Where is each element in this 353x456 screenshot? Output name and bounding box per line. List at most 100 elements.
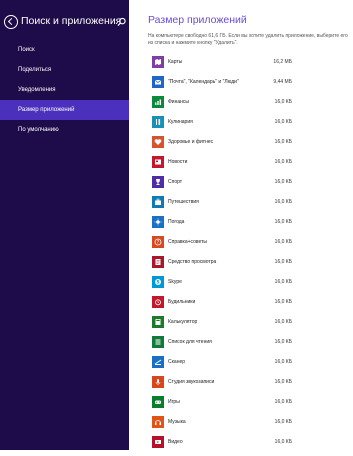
app-size: 16,2 МБ bbox=[273, 59, 292, 65]
sidebar: Поиск и приложения Поиск Поделиться Уведом… bbox=[0, 0, 129, 450]
app-name: Сканер bbox=[168, 359, 186, 365]
app-size: 16,0 КБ bbox=[274, 439, 292, 445]
main-content: Размер приложений На компьютере свободно… bbox=[129, 0, 353, 450]
app-name: Спорт bbox=[168, 179, 183, 185]
app-name: Новости bbox=[168, 159, 188, 165]
skype-icon: S bbox=[155, 279, 161, 286]
app-size: 16,0 КБ bbox=[274, 159, 292, 165]
mail-icon bbox=[154, 79, 162, 85]
page-description: На компьютере свободно 61,6 ГБ. Если вы … bbox=[148, 33, 348, 46]
heart-icon bbox=[154, 139, 162, 145]
map-icon bbox=[155, 59, 161, 65]
app-size: 16,0 КБ bbox=[274, 119, 292, 125]
app-name: Путешествия bbox=[168, 199, 199, 205]
cooking-icon bbox=[156, 119, 161, 125]
app-list-item[interactable]: Спорт 16,0 КБ bbox=[152, 176, 292, 196]
app-tile bbox=[152, 256, 164, 268]
app-tile bbox=[152, 436, 164, 448]
app-list-item[interactable]: Игры 16,0 КБ bbox=[152, 396, 292, 416]
sidebar-item-search[interactable]: Поиск bbox=[0, 40, 129, 60]
reading-list-icon bbox=[155, 339, 161, 345]
app-name: Skype bbox=[168, 279, 182, 285]
app-tile: ? bbox=[152, 236, 164, 248]
app-name: Справка+советы bbox=[168, 239, 207, 245]
app-tile bbox=[152, 356, 164, 368]
sidebar-item-defaults[interactable]: По умолчанию bbox=[0, 120, 129, 140]
app-size: 16,0 КБ bbox=[274, 359, 292, 365]
app-list-item[interactable]: Кулинария 16,0 КБ bbox=[152, 116, 292, 136]
app-name: Средство просмотра bbox=[168, 259, 217, 265]
app-size: 16,0 КБ bbox=[274, 179, 292, 185]
app-size: 16,0 КБ bbox=[274, 299, 292, 305]
app-size: 16,0 КБ bbox=[274, 259, 292, 265]
search-icon[interactable] bbox=[117, 17, 126, 27]
trophy-icon bbox=[156, 179, 160, 185]
sun-icon bbox=[154, 218, 162, 226]
sidebar-item-app-sizes[interactable]: Размер приложений bbox=[0, 100, 129, 120]
app-list-item[interactable]: "Почта", "Календарь" и "Люди" 9,44 МБ bbox=[152, 76, 292, 96]
app-tile bbox=[152, 156, 164, 168]
app-list-item[interactable]: Видео 16,0 КБ bbox=[152, 436, 292, 456]
app-size: 16,0 КБ bbox=[274, 279, 292, 285]
app-size: 16,0 КБ bbox=[274, 319, 292, 325]
reader-icon bbox=[155, 259, 161, 265]
app-list-item[interactable]: Сканер 16,0 КБ bbox=[152, 356, 292, 376]
app-name: Музыка bbox=[168, 419, 186, 425]
sidebar-item-notifications[interactable]: Уведомления bbox=[0, 80, 129, 100]
app-name: "Почта", "Календарь" и "Люди" bbox=[168, 79, 239, 85]
app-size: 16,0 КБ bbox=[274, 99, 292, 105]
app-size: 16,0 КБ bbox=[274, 199, 292, 205]
app-tile bbox=[152, 416, 164, 428]
app-list-item[interactable]: Путешествия 16,0 КБ bbox=[152, 196, 292, 216]
app-size: 16,0 КБ bbox=[274, 419, 292, 425]
app-list-item[interactable]: Калькулятор 16,0 КБ bbox=[152, 316, 292, 336]
sidebar-item-share[interactable]: Поделиться bbox=[0, 60, 129, 80]
back-button[interactable] bbox=[4, 15, 18, 29]
app-name: Погода bbox=[168, 219, 185, 225]
sidebar-title: Поиск и приложения bbox=[21, 15, 122, 27]
sidebar-header: Поиск и приложения bbox=[0, 14, 129, 30]
app-name: Игры bbox=[168, 399, 180, 405]
chart-icon bbox=[155, 99, 161, 105]
app-list-item[interactable]: S Skype 16,0 КБ bbox=[152, 276, 292, 296]
app-tile: S bbox=[152, 276, 164, 288]
app-tile bbox=[152, 116, 164, 128]
svg-text:S: S bbox=[156, 280, 159, 286]
app-list-item[interactable]: Новости 16,0 КБ bbox=[152, 156, 292, 176]
app-tile bbox=[152, 76, 164, 88]
page-title: Размер приложений bbox=[148, 14, 247, 26]
app-list-item[interactable]: Карты 16,2 МБ bbox=[152, 56, 292, 76]
app-list-item[interactable]: Погода 16,0 КБ bbox=[152, 216, 292, 236]
app-tile bbox=[152, 96, 164, 108]
app-tile bbox=[152, 316, 164, 328]
app-name: Здоровье и фитнес bbox=[168, 139, 214, 145]
video-icon bbox=[155, 440, 161, 444]
alarm-icon bbox=[155, 299, 161, 306]
app-size: 16,0 КБ bbox=[274, 139, 292, 145]
app-tile bbox=[152, 136, 164, 148]
app-list-item[interactable]: Студия звукозаписи 16,0 КБ bbox=[152, 376, 292, 396]
app-size: 16,0 КБ bbox=[274, 399, 292, 405]
app-list-item[interactable]: Будильники 16,0 КБ bbox=[152, 296, 292, 316]
app-tile bbox=[152, 376, 164, 388]
app-list-item[interactable]: Здоровье и фитнес 16,0 КБ bbox=[152, 136, 292, 156]
app-name: Видео bbox=[168, 439, 183, 445]
gamepad-icon bbox=[155, 400, 161, 404]
app-list-item[interactable]: ? Справка+советы 16,0 КБ bbox=[152, 236, 292, 256]
app-list-item[interactable]: Музыка 16,0 КБ bbox=[152, 416, 292, 436]
headphones-icon bbox=[155, 420, 161, 425]
app-tile bbox=[152, 396, 164, 408]
app-size: 16,0 КБ bbox=[274, 239, 292, 245]
app-size: 16,0 КБ bbox=[274, 219, 292, 225]
app-size: 16,0 КБ bbox=[274, 379, 292, 385]
calculator-icon bbox=[155, 319, 161, 325]
microphone-icon bbox=[155, 379, 161, 385]
app-list-item[interactable]: Средство просмотра 16,0 КБ bbox=[152, 256, 292, 276]
app-name: Студия звукозаписи bbox=[168, 379, 215, 385]
news-icon bbox=[155, 159, 161, 165]
app-list-item[interactable]: Список для чтения 16,0 КБ bbox=[152, 336, 292, 356]
app-list-item[interactable]: Финансы 16,0 КБ bbox=[152, 96, 292, 116]
app-size: 16,0 КБ bbox=[274, 339, 292, 345]
app-name: Список для чтения bbox=[168, 339, 212, 345]
suitcase-icon bbox=[155, 198, 161, 205]
